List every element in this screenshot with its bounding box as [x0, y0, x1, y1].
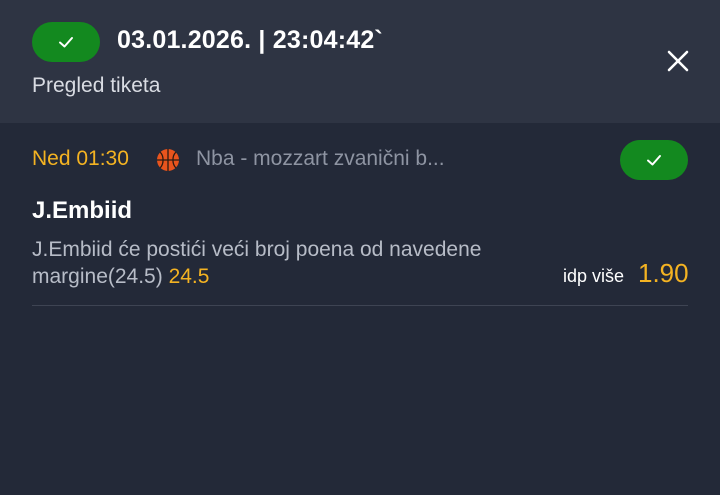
player-name: J.Embiid: [32, 197, 133, 224]
odds-value: 1.90: [638, 258, 689, 288]
league-name: Nba - mozzart zvanični b...: [196, 147, 445, 170]
close-icon: [667, 50, 689, 72]
market-description: J.Embiid će postići veći broj poena od n…: [32, 236, 562, 290]
check-icon: [59, 37, 73, 48]
market-description-text: J.Embiid će postići veći broj poena od n…: [32, 238, 482, 288]
divider: [32, 305, 688, 306]
ticket-datetime: 03.01.2026. | 23:04:42`: [117, 26, 383, 54]
pick-label: idp više: [563, 266, 625, 286]
ticket-header: 03.01.2026. | 23:04:42` Pregled tiketa: [0, 0, 720, 123]
page-title: Pregled tiketa: [32, 74, 161, 97]
check-icon: [647, 155, 661, 166]
ticket-status-badge: [32, 22, 100, 62]
event-info-row: Ned 01:30 Nba - mozzart zvanični b...: [32, 140, 688, 180]
basketball-icon: [157, 149, 179, 171]
selection-status-badge: [620, 140, 688, 180]
close-button[interactable]: [664, 47, 692, 75]
market-line-value: 24.5: [168, 265, 210, 288]
event-time: Ned 01:30: [32, 147, 129, 170]
